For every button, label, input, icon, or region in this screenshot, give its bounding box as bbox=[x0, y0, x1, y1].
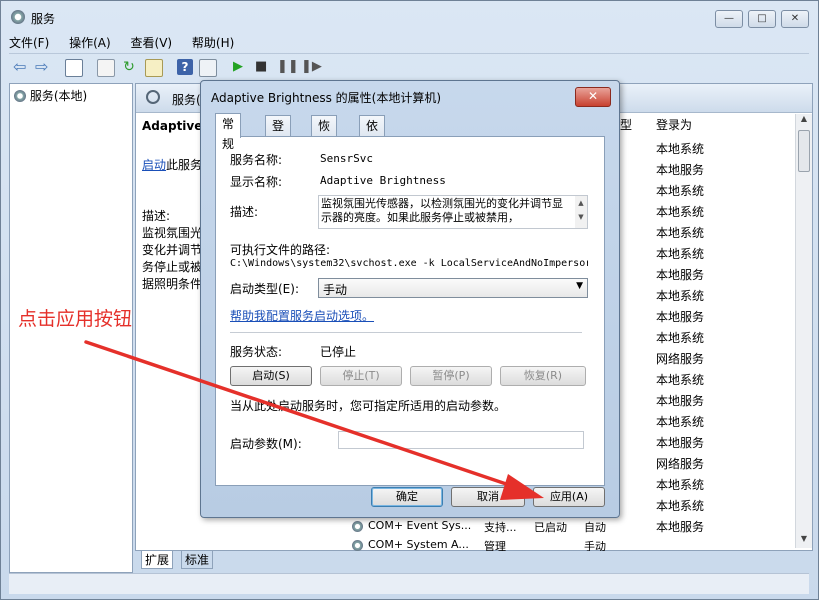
tab-general[interactable]: 常规 bbox=[215, 113, 242, 151]
annotation-arrow bbox=[84, 340, 544, 500]
